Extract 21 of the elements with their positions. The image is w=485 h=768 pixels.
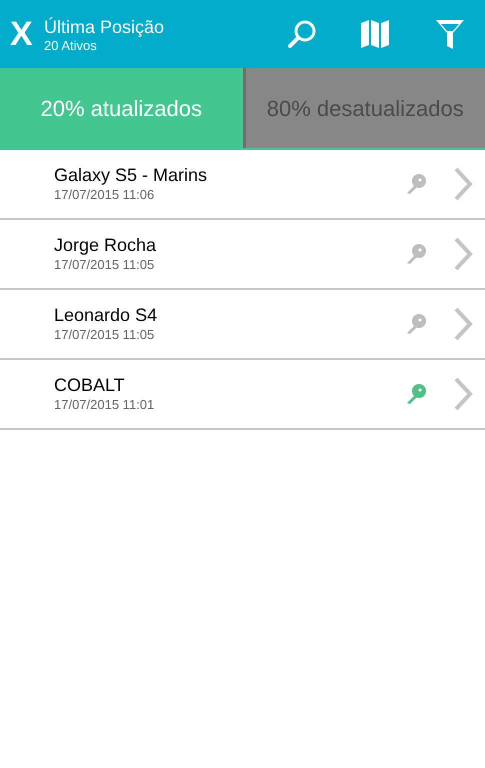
device-name: Jorge Rocha bbox=[54, 234, 158, 256]
chevron-right-icon bbox=[453, 377, 473, 411]
map-icon[interactable] bbox=[360, 19, 390, 49]
chevron-right-icon bbox=[453, 307, 473, 341]
device-name: Leonardo S4 bbox=[54, 304, 158, 326]
device-row[interactable]: Leonardo S4 17/07/2015 11:05 bbox=[0, 290, 485, 360]
app-subtitle: 20 Ativos bbox=[44, 38, 98, 52]
device-row[interactable]: Jorge Rocha 17/07/2015 11:05 bbox=[0, 220, 485, 290]
device-time: 17/07/2015 11:06 bbox=[54, 186, 156, 204]
device-time: 17/07/2015 11:05 bbox=[54, 326, 156, 344]
chevron-right-icon bbox=[453, 167, 473, 201]
device-time: 17/07/2015 11:05 bbox=[54, 256, 156, 274]
app-title: Última Posição bbox=[44, 16, 164, 38]
device-row[interactable]: COBALT 17/07/2015 11:01 bbox=[0, 360, 485, 430]
device-row[interactable]: Galaxy S5 - Marins 17/07/2015 11:06 bbox=[0, 150, 485, 220]
search-icon[interactable] bbox=[286, 18, 318, 50]
chevron-right-icon bbox=[453, 237, 473, 271]
device-name: Galaxy S5 - Marins bbox=[54, 164, 208, 186]
device-name: COBALT bbox=[54, 374, 126, 396]
device-time: 17/07/2015 11:01 bbox=[54, 396, 156, 414]
filter-icon[interactable] bbox=[435, 18, 465, 50]
